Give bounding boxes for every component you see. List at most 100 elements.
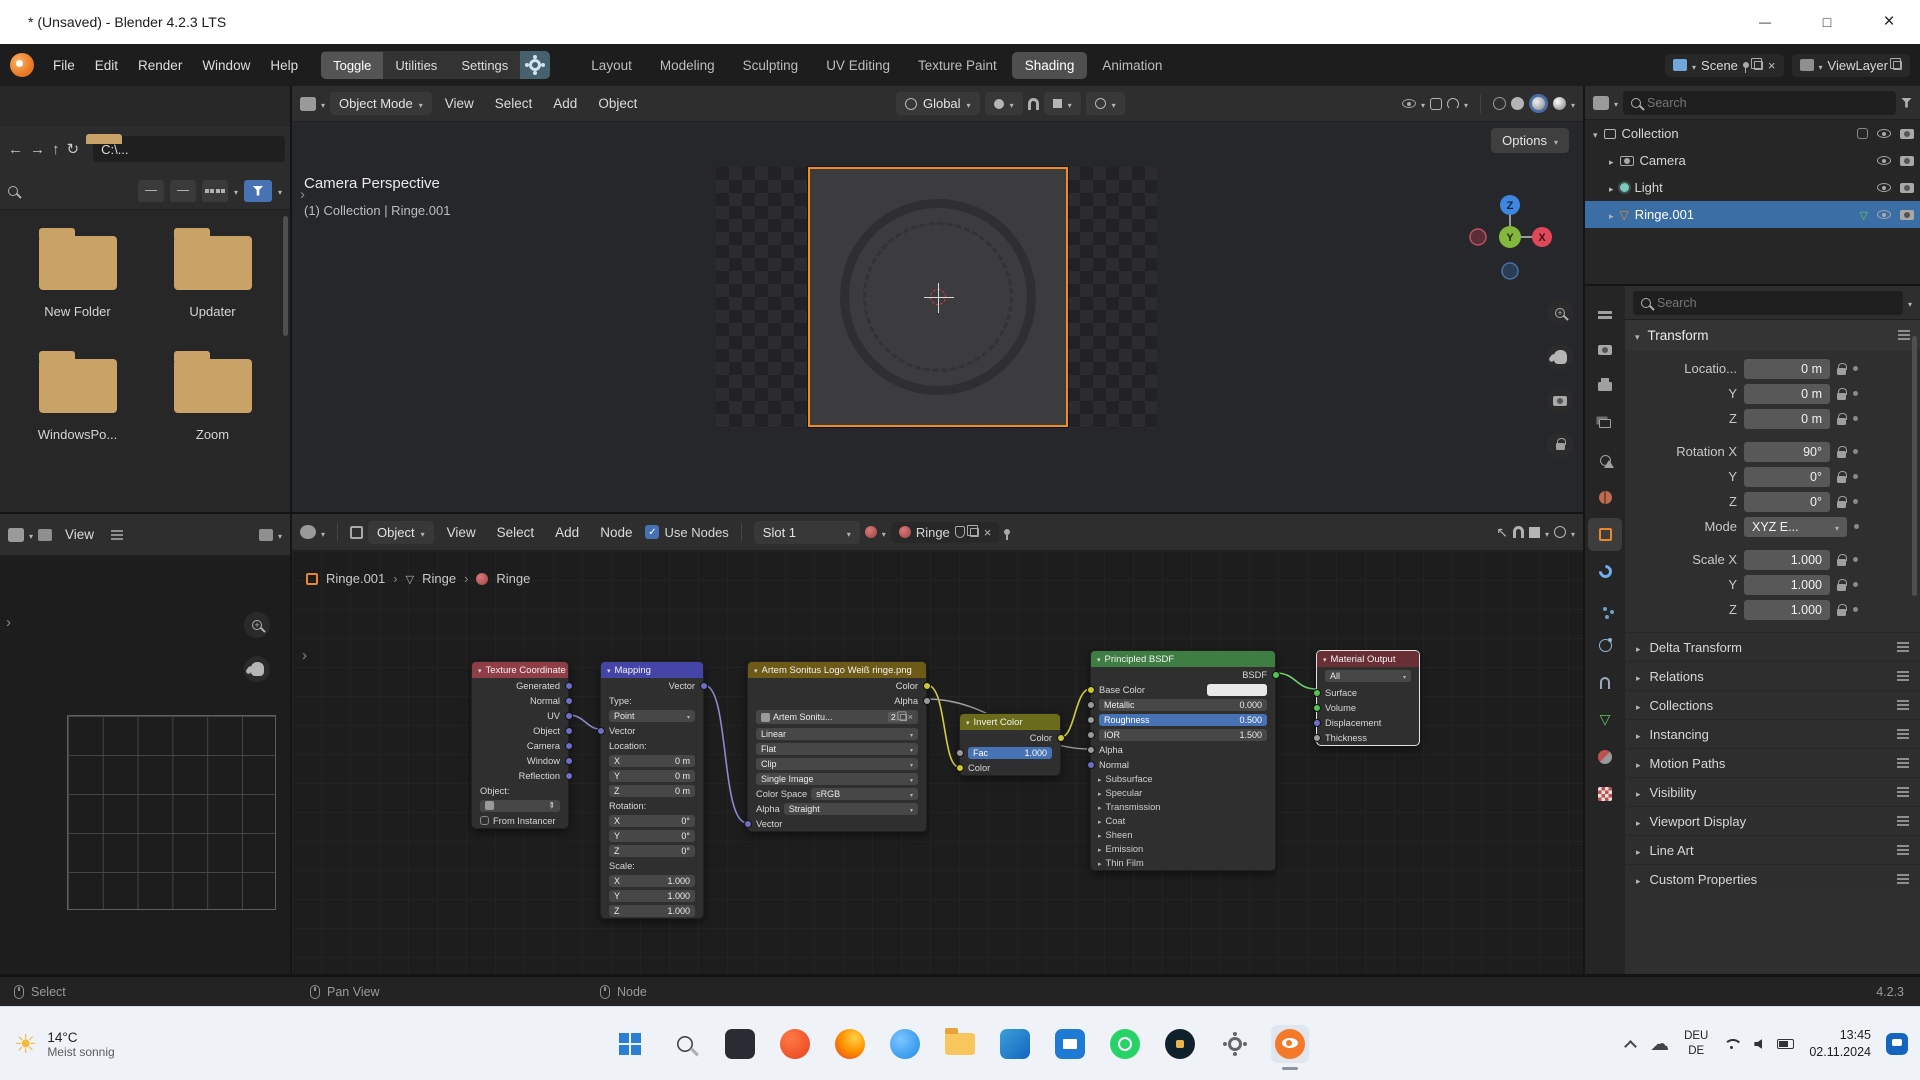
colorspace-dropdown[interactable]: sRGB xyxy=(811,788,918,800)
menu-view[interactable]: View xyxy=(439,521,484,544)
use-nodes-checkbox[interactable] xyxy=(645,525,659,539)
mail-app-icon[interactable] xyxy=(996,1025,1034,1063)
node-invert-color[interactable]: Invert Color Color Fac1.000 Color xyxy=(959,713,1061,776)
display-horizontal-list-button[interactable] xyxy=(170,180,196,202)
rotation-y-field[interactable]: 0° xyxy=(1744,467,1830,487)
section-visibility[interactable]: Visibility xyxy=(1625,777,1920,806)
node-principled-bsdf[interactable]: Principled BSDF BSDF Base Color Metallic… xyxy=(1090,650,1276,871)
rotation-y-field[interactable]: Y0° xyxy=(609,830,695,842)
orientation-dropdown[interactable]: Global xyxy=(896,92,980,115)
folder-tile[interactable]: New Folder xyxy=(10,236,145,319)
section-relations[interactable]: Relations xyxy=(1625,661,1920,690)
lock-view-tool[interactable] xyxy=(1547,432,1573,458)
rotation-mode-dropdown[interactable]: XYZ E... xyxy=(1744,517,1847,537)
browser-app-icon[interactable] xyxy=(886,1025,924,1063)
filter-button[interactable] xyxy=(244,180,272,202)
notifications-icon[interactable] xyxy=(1886,1033,1908,1055)
sidebar-toggle-icon[interactable] xyxy=(302,647,307,664)
section-viewport-display[interactable]: Viewport Display xyxy=(1625,806,1920,835)
addon-settings[interactable]: Settings xyxy=(449,52,520,79)
editor-type-icon[interactable] xyxy=(300,97,316,111)
socket-vector-in[interactable] xyxy=(597,727,605,735)
collapse-icon[interactable] xyxy=(607,665,611,676)
tab-modifiers[interactable] xyxy=(1588,555,1622,588)
section-thin-film[interactable]: Thin Film xyxy=(1091,856,1275,870)
projection-dropdown[interactable]: Flat xyxy=(756,743,918,755)
exclude-checkbox[interactable] xyxy=(1857,128,1868,139)
extension-dropdown[interactable]: Clip xyxy=(756,758,918,770)
animate-dot[interactable] xyxy=(1853,607,1858,612)
hamburger-icon[interactable] xyxy=(111,534,123,536)
rotation-x-field[interactable]: X0° xyxy=(609,815,695,827)
menu-file[interactable]: File xyxy=(44,53,84,78)
filter-icon[interactable] xyxy=(1901,98,1912,108)
minimize-button[interactable] xyxy=(1734,0,1796,44)
snap-magnet-icon[interactable] xyxy=(1513,526,1524,538)
shading-rendered-icon[interactable] xyxy=(1553,97,1566,110)
overlays-icon[interactable] xyxy=(1447,98,1459,110)
location-x-field[interactable]: 0 m xyxy=(1744,359,1830,379)
lock-icon[interactable] xyxy=(1837,393,1846,400)
chevron-down-icon[interactable] xyxy=(1908,295,1912,310)
zoom-tool[interactable] xyxy=(1547,300,1573,326)
refresh-button[interactable] xyxy=(67,140,80,158)
disable-render-icon[interactable] xyxy=(1900,210,1914,220)
volume-icon[interactable] xyxy=(1754,1039,1762,1049)
animate-dot[interactable] xyxy=(1853,366,1858,371)
copy-icon[interactable] xyxy=(970,528,979,537)
camera-view-tool[interactable] xyxy=(1547,388,1573,414)
tab-view-layer[interactable] xyxy=(1588,407,1622,440)
menu-render[interactable]: Render xyxy=(129,53,191,78)
breadcrumb-material[interactable]: Ringe xyxy=(496,571,530,586)
node-mapping[interactable]: Mapping Vector Type: Point Vector Locati… xyxy=(600,661,704,919)
section-specular[interactable]: Specular xyxy=(1091,786,1275,800)
snap-grid-icon[interactable] xyxy=(1529,527,1540,538)
tab-particles[interactable] xyxy=(1588,592,1622,625)
menu-help[interactable]: Help xyxy=(261,53,307,78)
brave-app-icon[interactable] xyxy=(776,1025,814,1063)
lock-icon[interactable] xyxy=(1837,418,1846,425)
transform-panel-header[interactable]: Transform xyxy=(1625,320,1920,350)
fake-user-shield-icon[interactable] xyxy=(955,526,965,538)
outliner-search[interactable] xyxy=(1623,91,1896,115)
animate-dot[interactable] xyxy=(1853,416,1858,421)
animate-dot[interactable] xyxy=(1853,499,1858,504)
tab-scene[interactable] xyxy=(1588,444,1622,477)
start-button[interactable] xyxy=(611,1025,649,1063)
display-thumbnails-button[interactable] xyxy=(202,180,228,202)
chevron-down-icon[interactable] xyxy=(1571,525,1575,540)
display-vertical-list-button[interactable] xyxy=(138,180,164,202)
pan-tool[interactable] xyxy=(1547,344,1573,370)
shading-material-icon[interactable] xyxy=(1529,94,1548,113)
section-transmission[interactable]: Transmission xyxy=(1091,800,1275,814)
parent-dir-button[interactable] xyxy=(52,141,60,158)
socket-ior[interactable] xyxy=(1087,731,1095,739)
chevron-down-icon[interactable] xyxy=(29,527,33,542)
location-z-field[interactable]: 0 m xyxy=(1744,409,1830,429)
show-gizmo-icon[interactable] xyxy=(1430,98,1442,110)
image-datablock-field[interactable]: Artem Sonitu...2 xyxy=(756,710,918,724)
lock-icon[interactable] xyxy=(1837,559,1846,566)
socket-reflection[interactable] xyxy=(565,772,573,780)
scale-z-field[interactable]: 1.000 xyxy=(1744,600,1830,620)
copy-icon[interactable] xyxy=(1893,61,1902,70)
socket-uv[interactable] xyxy=(565,712,573,720)
battery-icon[interactable] xyxy=(1777,1039,1794,1049)
socket-object[interactable] xyxy=(565,727,573,735)
tab-object-data[interactable] xyxy=(1588,703,1622,736)
shader-type-dropdown[interactable]: Object xyxy=(368,521,434,544)
breadcrumb-object[interactable]: Ringe.001 xyxy=(326,571,385,586)
options-button[interactable]: Options xyxy=(1491,128,1569,153)
visibility-icon[interactable] xyxy=(1402,99,1416,108)
search-button[interactable] xyxy=(666,1025,704,1063)
location-y-field[interactable]: Y0 m xyxy=(609,770,695,782)
menu-window[interactable]: Window xyxy=(193,53,259,78)
scale-y-field[interactable]: 1.000 xyxy=(1744,575,1830,595)
section-instancing[interactable]: Instancing xyxy=(1625,719,1920,748)
socket-alpha-out[interactable] xyxy=(923,697,931,705)
tab-sculpting[interactable]: Sculpting xyxy=(730,52,812,79)
chevron-down-icon[interactable] xyxy=(1614,95,1618,110)
menu-view[interactable]: View xyxy=(437,92,482,115)
lock-icon[interactable] xyxy=(1837,368,1846,375)
scrollbar[interactable] xyxy=(1912,336,1917,596)
